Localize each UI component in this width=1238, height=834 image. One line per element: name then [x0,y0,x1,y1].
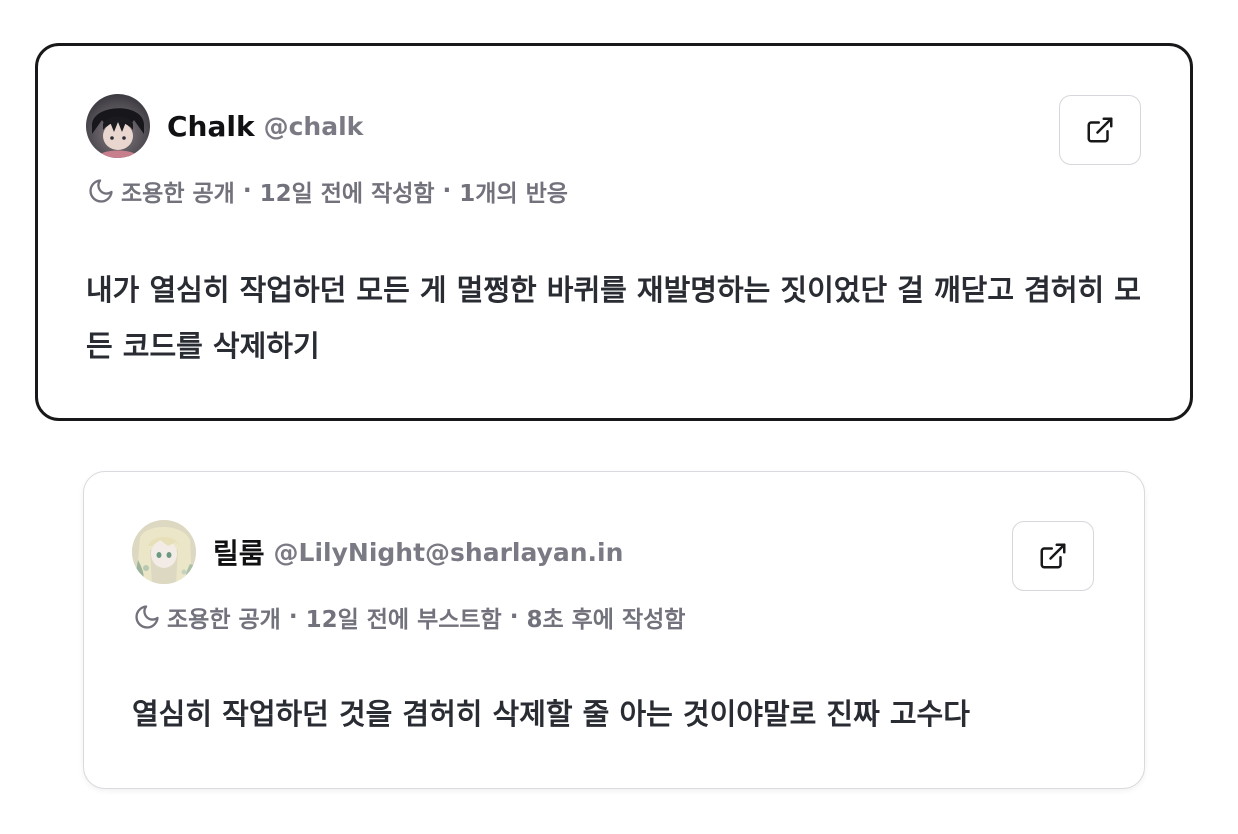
visibility-label: 조용한 공개 [167,607,281,633]
external-link-icon [1087,117,1113,143]
post-content: 열심히 작업하던 것을 겸허히 삭제할 줄 아는 것이야말로 진짜 고수다 [132,697,970,731]
open-post-button[interactable] [1012,521,1094,591]
moon-icon [135,605,159,629]
post-timestamp[interactable]: 8초 후에 작성함 [526,600,685,634]
external-link-icon [1040,543,1066,569]
avatar[interactable] [132,520,196,584]
post-content: 내가 열심히 작업하던 모든 게 멀쩡한 바퀴를 재발명하는 짓이었단 걸 깨닫… [86,273,1141,363]
post-timestamp[interactable]: 12일 전에 작성함 [260,174,435,208]
post-meta: 조용한 공개 · 12일 전에 작성함 · 1개의 반응 [87,174,568,208]
post-card[interactable]: Chalk @chalk 조용한 공개 · 12일 전에 작성함 · 1개의 반… [35,43,1193,421]
author-handle[interactable]: @chalk [264,112,364,141]
open-post-button[interactable] [1059,95,1141,165]
moon-icon [89,179,113,203]
author-handle[interactable]: @LilyNight@sharlayan.in [274,538,624,567]
avatar[interactable] [86,94,150,158]
author-display-name[interactable]: Chalk [167,110,255,143]
post-meta: 조용한 공개 · 12일 전에 부스트함 · 8초 후에 작성함 [133,600,685,634]
boost-timestamp[interactable]: 12일 전에 부스트함 [306,600,502,634]
author-display-name[interactable]: 릴룸 [213,532,265,572]
visibility-label: 조용한 공개 [121,181,235,207]
reply-card[interactable]: 릴룸 @LilyNight@sharlayan.in 조용한 공개 · 12일 … [83,471,1145,789]
reaction-count[interactable]: 1개의 반응 [459,174,568,208]
post-header: 릴룸 @LilyNight@sharlayan.in [132,520,623,584]
post-header: Chalk @chalk [86,94,363,158]
